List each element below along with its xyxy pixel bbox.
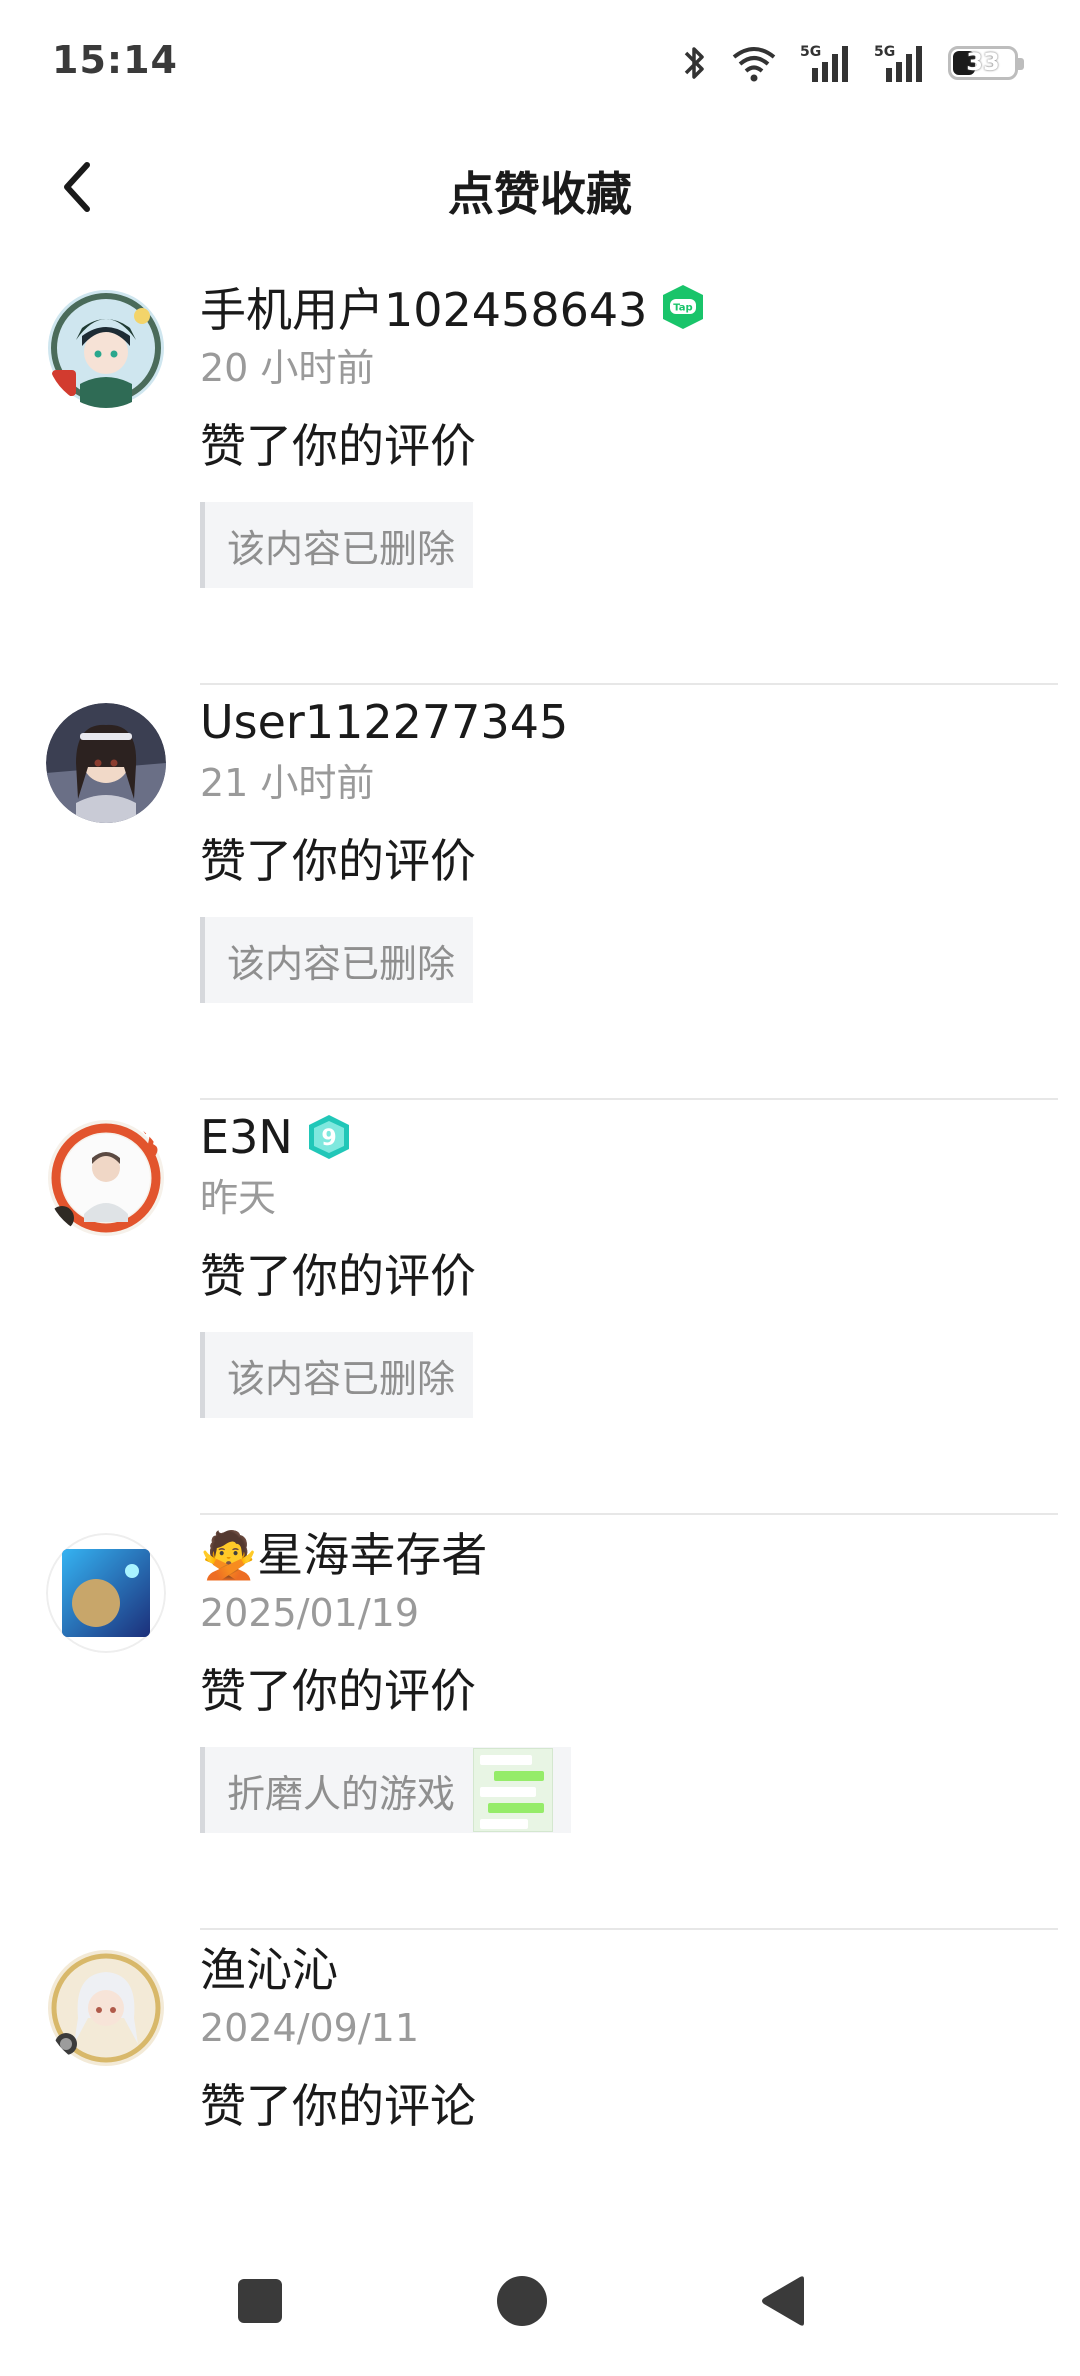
- avatar[interactable]: [46, 288, 166, 408]
- username[interactable]: 手机用户102458643: [200, 274, 647, 340]
- username[interactable]: User112277345: [200, 695, 568, 749]
- item-content: 手机用户102458643 Tap 20 小时前 赞了你的评价 该内容已删除: [200, 270, 1058, 588]
- svg-text:5G: 5G: [874, 44, 895, 60]
- action-text: 赞了你的评价: [200, 834, 476, 888]
- signal-5g-icon-1: 5G: [800, 42, 852, 84]
- timestamp: 2024/09/11: [200, 2006, 420, 2050]
- quoted-text: 该内容已删除: [227, 1356, 456, 1401]
- status-time: 15:14: [52, 38, 178, 82]
- avatar[interactable]: [46, 703, 166, 823]
- signal-5g-icon-2: 5G: [874, 42, 926, 84]
- system-navigation-bar: [0, 2226, 1080, 2376]
- notification-list: 手机用户102458643 Tap 20 小时前 赞了你的评价 该内容已删除 U…: [0, 270, 1080, 2345]
- action-text: 赞了你的评价: [200, 1249, 476, 1303]
- list-item[interactable]: 🙅星海幸存者 2025/01/19 赞了你的评价 折磨人的游戏: [0, 1515, 1080, 1930]
- list-item[interactable]: User112277345 21 小时前 赞了你的评价 该内容已删除: [0, 685, 1080, 1100]
- avatar[interactable]: [46, 1533, 166, 1653]
- battery-icon: 33: [948, 46, 1024, 80]
- quoted-content[interactable]: 该内容已删除: [200, 917, 474, 1003]
- username[interactable]: 🙅星海幸存者: [200, 1519, 487, 1585]
- battery-level: 33: [966, 48, 1000, 76]
- svg-text:9: 9: [321, 1126, 336, 1151]
- avatar[interactable]: [46, 1948, 166, 2068]
- username[interactable]: 渔沁沁: [200, 1934, 338, 2000]
- item-content: E3N 9 昨天 赞了你的评价 该内容已删除: [200, 1100, 1058, 1418]
- header: 点赞收藏: [0, 140, 1080, 236]
- circle-icon: [497, 2276, 547, 2326]
- back-nav-button[interactable]: [748, 2266, 818, 2336]
- quoted-content[interactable]: 该内容已删除: [200, 1332, 474, 1418]
- action-text: 赞了你的评价: [200, 419, 476, 473]
- avatar[interactable]: [46, 1118, 166, 1238]
- status-bar: 15:14 5G 5G 33: [0, 0, 1080, 120]
- item-content: 🙅星海幸存者 2025/01/19 赞了你的评价 折磨人的游戏: [200, 1515, 1058, 1833]
- screen: 15:14 5G 5G 33 点赞收藏 手机用户102458643 Tap 20…: [0, 0, 1080, 2376]
- wifi-icon: [730, 43, 778, 83]
- triangle-back-icon: [762, 2276, 804, 2326]
- list-item[interactable]: E3N 9 昨天 赞了你的评价 该内容已删除: [0, 1100, 1080, 1515]
- action-text: 赞了你的评论: [200, 2079, 476, 2133]
- username[interactable]: E3N: [200, 1110, 293, 1164]
- bluetooth-icon: [680, 43, 708, 83]
- page-title: 点赞收藏: [448, 167, 632, 221]
- status-icons: 5G 5G 33: [680, 40, 1024, 86]
- chat-screenshot-thumbnail: [473, 1748, 554, 1832]
- action-text: 赞了你的评价: [200, 1664, 476, 1718]
- item-content: 渔沁沁 2024/09/11 赞了你的评论: [200, 1930, 1058, 2138]
- list-item[interactable]: 手机用户102458643 Tap 20 小时前 赞了你的评价 该内容已删除: [0, 270, 1080, 685]
- level-9-badge-icon: 9: [305, 1113, 353, 1161]
- item-content: User112277345 21 小时前 赞了你的评价 该内容已删除: [200, 685, 1058, 1003]
- quoted-text: 该内容已删除: [227, 941, 456, 986]
- timestamp: 昨天: [200, 1176, 277, 1220]
- svg-text:5G: 5G: [800, 44, 821, 60]
- quoted-content[interactable]: 折磨人的游戏: [200, 1747, 572, 1833]
- timestamp: 20 小时前: [200, 346, 375, 390]
- timestamp: 2025/01/19: [200, 1591, 420, 1635]
- timestamp: 21 小时前: [200, 761, 375, 805]
- quoted-content[interactable]: 该内容已删除: [200, 502, 474, 588]
- quoted-text: 该内容已删除: [227, 526, 456, 571]
- square-icon: [238, 2279, 282, 2323]
- tap-badge-icon: Tap: [659, 283, 707, 331]
- svg-text:Tap: Tap: [674, 303, 693, 314]
- quoted-text: 折磨人的游戏: [227, 1771, 456, 1816]
- recents-button[interactable]: [225, 2266, 295, 2336]
- home-button[interactable]: [487, 2266, 557, 2336]
